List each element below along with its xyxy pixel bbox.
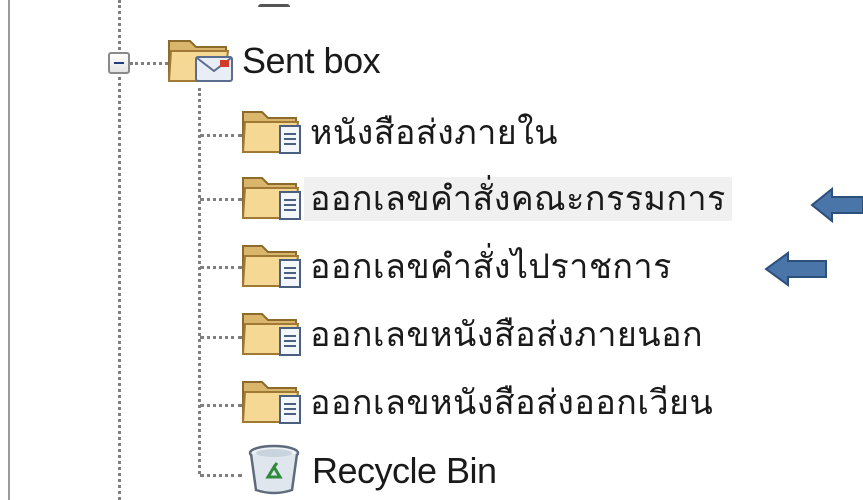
annotation-arrow-left [810, 186, 863, 224]
tree-node-label: ออกเลขคำสั่งไปราชการ [310, 247, 672, 287]
tree-connector-root [118, 0, 121, 500]
sent-box-folder-icon [166, 33, 236, 90]
tree-node-label: Recycle Bin [312, 450, 497, 491]
tree-node-recycle-bin[interactable]: Recycle Bin [244, 444, 503, 496]
tree-node-folder[interactable]: ออกเลขหนังสือส่งภายนอก [240, 310, 709, 360]
tree-connector-children [198, 88, 201, 474]
tree-connector-child-5 [200, 404, 242, 407]
folder-document-icon [240, 106, 304, 161]
tree-node-sent-box[interactable]: Sent box [166, 36, 386, 86]
tree-node-folder-highlighted[interactable]: ออกเลขคำสั่งคณะกรรมการ [240, 174, 732, 224]
folder-document-icon [240, 172, 304, 227]
folder-document-icon [240, 376, 304, 431]
recycle-bin-icon [244, 443, 306, 500]
tree-node-label: หนังสือส่งภายใน [310, 113, 559, 153]
annotation-arrow-left [764, 251, 827, 287]
tree-node-folder[interactable]: ออกเลขคำสั่งไปราชการ [240, 242, 678, 292]
tree-connector-child-2 [200, 198, 242, 201]
tree-connector-child-4 [200, 336, 242, 339]
panel-border [8, 0, 10, 500]
tree-node-label: ออกเลขหนังสือส่งภายนอก [310, 315, 704, 355]
tree-node-folder[interactable]: ออกเลขหนังสือส่งออกเวียน [240, 378, 719, 428]
tree-node-folder[interactable]: หนังสือส่งภายใน [240, 108, 564, 158]
folder-document-icon [240, 308, 304, 363]
folder-tree-panel: Sent box หนังสือส่งภายใน ออกเลขคำสั่งคณะ… [0, 0, 863, 500]
tree-connector-child-1 [200, 134, 242, 137]
tree-node-label: ออกเลขหนังสือส่งออกเวียน [310, 383, 714, 423]
folder-document-icon [240, 240, 304, 295]
tree-connector-parent [130, 62, 168, 65]
previous-item-remnant [258, 4, 290, 13]
tree-connector-recycle [200, 474, 242, 477]
collapse-toggle[interactable] [108, 52, 130, 74]
tree-node-label: Sent box [242, 40, 381, 81]
tree-connector-child-3 [200, 266, 242, 269]
tree-node-label: ออกเลขคำสั่งคณะกรรมการ [304, 177, 732, 221]
